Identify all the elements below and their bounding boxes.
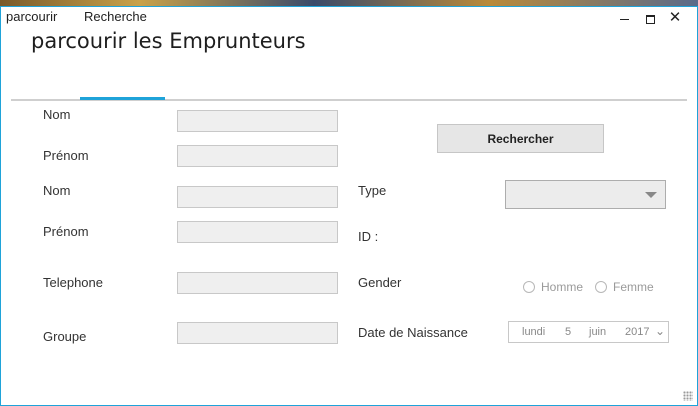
gender-label: Gender — [358, 275, 402, 290]
detail-prenom-input[interactable] — [177, 221, 338, 243]
detail-nom-input[interactable] — [177, 186, 338, 208]
dob-month: juin — [589, 326, 607, 338]
maximize-button[interactable] — [639, 9, 661, 27]
chevron-down-icon — [645, 192, 657, 198]
page-title: parcourir les Emprunteurs — [31, 29, 306, 53]
minimize-icon — [619, 18, 629, 20]
dob-label: Date de Naissance — [358, 325, 468, 340]
maximize-icon — [645, 14, 655, 24]
rechercher-button[interactable]: Rechercher — [437, 124, 604, 153]
groupe-input[interactable] — [177, 322, 338, 344]
gender-homme-radio[interactable]: Homme — [523, 280, 583, 294]
tab-parcourir[interactable]: parcourir — [1, 7, 62, 31]
radio-circle-icon — [595, 281, 607, 293]
telephone-label: Telephone — [43, 275, 103, 290]
radio-circle-icon — [523, 281, 535, 293]
detail-prenom-label: Prénom — [43, 224, 89, 239]
dob-day-name: lundi — [522, 326, 546, 338]
detail-nom-label: Nom — [43, 183, 71, 198]
minimize-button[interactable] — [613, 9, 635, 27]
dob-datepicker[interactable]: lundi 5 juin 2017 ⌄ — [508, 321, 669, 343]
search-nom-label: Nom — [43, 107, 71, 122]
close-button[interactable]: ✕ — [664, 9, 686, 27]
dob-day: 5 — [565, 326, 572, 338]
type-select[interactable] — [505, 180, 666, 209]
chevron-down-icon: ⌄ — [655, 324, 666, 338]
resize-grip-icon[interactable] — [683, 391, 693, 401]
dob-year: 2017 — [625, 326, 650, 338]
active-tab-indicator — [80, 97, 165, 100]
telephone-input[interactable] — [177, 272, 338, 294]
search-prenom-input[interactable] — [177, 145, 338, 167]
search-prenom-label: Prénom — [43, 148, 89, 163]
gender-homme-label: Homme — [541, 280, 584, 294]
groupe-label: Groupe — [43, 329, 87, 344]
search-nom-input[interactable] — [177, 110, 338, 132]
tab-recherche[interactable]: Recherche — [79, 7, 152, 31]
gender-femme-label: Femme — [613, 280, 654, 294]
app-window: ✕ parcourir les Emprunteurs parcourir Re… — [0, 6, 698, 406]
id-label: ID : — [358, 229, 379, 244]
gender-femme-radio[interactable]: Femme — [595, 280, 654, 294]
type-label: Type — [358, 183, 387, 198]
